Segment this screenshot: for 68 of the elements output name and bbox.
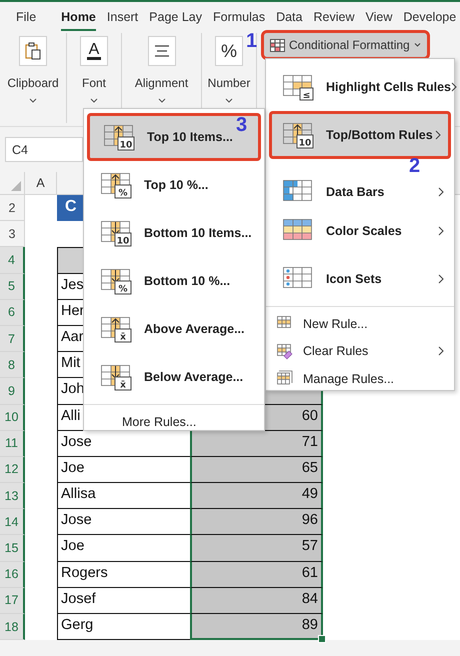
menu-item[interactable]: ≤ Highlight Cells Rules — [266, 63, 454, 111]
row-header[interactable]: 15 — [0, 535, 25, 562]
ribbon-tab[interactable]: Page Lay — [149, 4, 202, 30]
menu-item[interactable]: Icon Sets — [266, 255, 454, 303]
alignment-button[interactable] — [148, 36, 176, 66]
menu-item[interactable]: Color Scales — [266, 207, 454, 255]
row-header[interactable]: 6 — [0, 300, 25, 326]
menu-item[interactable]: 10 Top/Bottom Rules — [269, 111, 451, 159]
group-label: Number — [208, 76, 250, 90]
menu-item[interactable]: New Rule... — [266, 310, 454, 338]
ribbon-tab[interactable]: File — [16, 4, 36, 30]
row-header[interactable]: 14 — [0, 509, 25, 536]
row-header[interactable]: 2 — [0, 195, 25, 222]
table-cell: 61 — [190, 562, 323, 588]
caret-icon — [29, 98, 37, 103]
row-header[interactable]: 9 — [0, 378, 25, 404]
row-header[interactable]: 4 — [0, 247, 25, 274]
ribbon-tab[interactable]: Home — [61, 4, 96, 30]
ribbon-tab[interactable]: Formulas — [212, 4, 266, 30]
table-cell: 65 — [190, 456, 323, 484]
row-header[interactable]: 17 — [0, 588, 25, 614]
ribbon-tab[interactable]: Develope — [403, 4, 456, 30]
menu-item[interactable]: Manage Rules... — [266, 365, 454, 392]
table-cell: 89 — [190, 614, 323, 640]
table-cell: 71 — [190, 430, 323, 457]
number-button[interactable]: % — [215, 36, 243, 66]
select-all-icon — [11, 181, 21, 191]
caret-icon — [158, 98, 166, 103]
table-cell: 49 — [190, 483, 323, 510]
row-header[interactable]: 5 — [0, 274, 25, 300]
row-header[interactable]: 18 — [0, 614, 25, 640]
column-header[interactable]: A — [25, 172, 57, 195]
row-header[interactable]: 10 — [0, 404, 25, 431]
manage-rules-icon — [276, 370, 293, 388]
table-cell: 96 — [190, 509, 323, 536]
menu-item[interactable]: Data Bars — [266, 177, 454, 207]
step-number: 2 — [409, 157, 420, 176]
group-label: Font — [82, 76, 106, 90]
row-header[interactable]: 12 — [0, 456, 25, 484]
group-label: Alignment — [134, 76, 188, 90]
row-header[interactable]: 11 — [0, 430, 25, 457]
table-cell: 57 — [190, 535, 323, 562]
ribbon-tab[interactable]: Insert — [106, 4, 138, 30]
row-header[interactable]: 16 — [0, 562, 25, 588]
font-button[interactable]: A — [80, 36, 108, 66]
group-label: Clipboard — [7, 76, 59, 90]
ribbon-tab[interactable]: Data — [276, 4, 302, 30]
fill-handle[interactable] — [318, 635, 326, 644]
row-header[interactable]: 8 — [0, 352, 25, 378]
conditional-format-icon — [270, 38, 285, 52]
caret-icon — [414, 43, 421, 47]
row-header[interactable]: 7 — [0, 326, 25, 352]
align-center-icon — [154, 44, 170, 58]
clipboard-icon — [25, 42, 41, 60]
step-number: 1 — [246, 30, 258, 53]
row-header[interactable]: 3 — [0, 221, 25, 248]
clipboard-button[interactable] — [19, 36, 47, 66]
ribbon-tab[interactable]: Review — [313, 4, 354, 30]
caret-icon — [90, 98, 98, 103]
caret-icon — [225, 98, 233, 103]
ribbon-tab[interactable]: View — [365, 4, 392, 30]
table-cell: 84 — [190, 588, 323, 614]
conditional-formatting-button[interactable]: Conditional Formatting — [264, 33, 427, 57]
row-header[interactable]: 13 — [0, 483, 25, 510]
name-box[interactable]: C4 — [5, 137, 83, 162]
eraser-table-icon — [276, 342, 293, 360]
step-number: 3 — [236, 114, 248, 137]
menu-item[interactable]: Clear Rules — [266, 338, 454, 365]
